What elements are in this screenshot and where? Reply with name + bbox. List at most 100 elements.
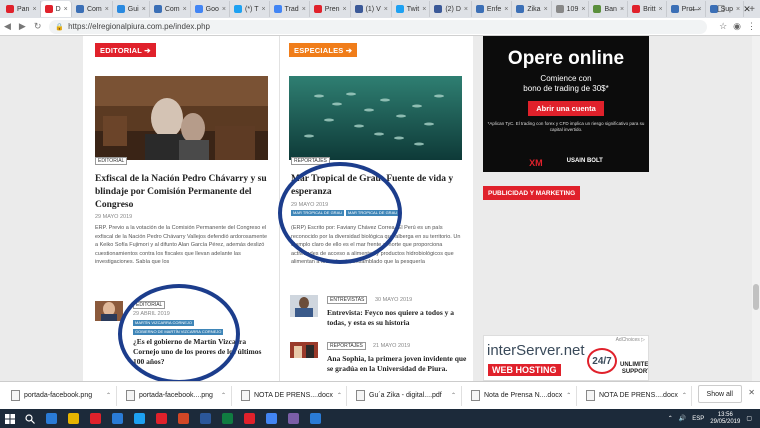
browser-tab[interactable]: Pan ×	[2, 1, 41, 17]
download-menu-icon[interactable]: ⌃	[566, 392, 571, 399]
download-menu-icon[interactable]: ⌃	[106, 392, 111, 399]
browser-tab[interactable]: Pren ×	[310, 1, 351, 17]
close-tab-icon[interactable]: ×	[384, 6, 388, 13]
notifications-icon[interactable]: ▢	[746, 415, 752, 422]
list2-thumb[interactable]	[290, 342, 318, 358]
tab-favicon-icon	[153, 5, 162, 13]
taskbar-app-icon[interactable]	[194, 409, 216, 428]
download-item[interactable]: NOTA DE PRENS....docx ⌃	[581, 385, 692, 406]
download-menu-icon[interactable]: ⌃	[337, 392, 342, 399]
download-item[interactable]: portada-facebook....png ⌃	[121, 385, 232, 406]
especiales-section-button[interactable]: ESPECIALES ➔	[289, 43, 358, 57]
close-tab-icon[interactable]: ×	[544, 6, 548, 13]
article3-thumb[interactable]	[95, 301, 123, 321]
close-tab-icon[interactable]: ×	[222, 6, 226, 13]
browser-tab[interactable]: Goo ×	[191, 1, 230, 17]
browser-tab[interactable]: (1) V ×	[351, 1, 392, 17]
xm-advertisement[interactable]: Opere online Comience con bono de tradin…	[483, 36, 649, 172]
download-menu-icon[interactable]: ⌃	[221, 392, 226, 399]
browser-tab[interactable]: D ×	[40, 1, 72, 17]
download-menu-icon[interactable]: ⌃	[451, 392, 456, 399]
editorial-section-button[interactable]: EDITORIAL ➔	[95, 43, 156, 57]
taskbar-app-icon[interactable]	[62, 409, 84, 428]
browser-tab[interactable]: Com ×	[72, 1, 113, 17]
close-tab-icon[interactable]: ×	[343, 6, 347, 13]
taskbar-app-icon[interactable]	[128, 409, 150, 428]
taskbar-app-icon[interactable]	[282, 409, 304, 428]
search-icon[interactable]	[20, 409, 40, 428]
close-tab-icon[interactable]: ×	[64, 6, 68, 13]
taskbar-app-icon[interactable]	[260, 409, 282, 428]
reload-icon[interactable]: ↻	[34, 21, 42, 32]
close-window-button[interactable]: ✕	[734, 0, 760, 18]
publicidad-button[interactable]: PUBLICIDAD Y MARKETING	[483, 186, 581, 200]
list1-tag[interactable]: ENTREVISTAS	[327, 296, 368, 304]
taskbar-app-icon[interactable]	[84, 409, 106, 428]
close-tab-icon[interactable]: ×	[302, 6, 306, 13]
extension-icon[interactable]: ◉	[733, 21, 741, 32]
taskbar-app-icon[interactable]	[40, 409, 62, 428]
close-tab-icon[interactable]: ×	[105, 6, 109, 13]
interserver-advertisement[interactable]: AdChoices ▷ interServer.net WEB HOSTING …	[483, 335, 649, 381]
star-icon[interactable]: ☆	[719, 21, 727, 32]
download-item[interactable]: Nota de Prensa N....docx ⌃	[466, 385, 577, 406]
browser-tab[interactable]: (*) T ×	[230, 1, 270, 17]
list2-tag[interactable]: REPORTAJES	[327, 342, 366, 350]
close-tab-icon[interactable]: ×	[581, 6, 585, 13]
browser-tab[interactable]: 109 ×	[552, 1, 590, 17]
taskbar-app-icon[interactable]	[150, 409, 172, 428]
list2-title[interactable]: Ana Sophia, la primera joven invidente q…	[327, 354, 467, 374]
volume-icon[interactable]: 🔊	[679, 415, 686, 422]
back-icon[interactable]: ◀	[4, 21, 11, 32]
list1-title[interactable]: Entrevista: Feyco nos quiere a todos y a…	[327, 308, 467, 328]
browser-tab[interactable]: Trad ×	[270, 1, 310, 17]
chevron-up-icon[interactable]: ⌃	[668, 415, 673, 422]
taskbar-app-icon[interactable]	[106, 409, 128, 428]
browser-tab[interactable]: Com ×	[150, 1, 191, 17]
maximize-button[interactable]: ☐	[708, 0, 734, 18]
download-item[interactable]: Gu´a Zika - digital....pdf ⌃	[351, 385, 462, 406]
taskbar-app-icon[interactable]	[172, 409, 194, 428]
close-downloads-icon[interactable]: ✕	[748, 388, 755, 397]
browser-tab[interactable]: (2) D ×	[430, 1, 472, 17]
clock[interactable]: 13:56 29/05/2019	[710, 412, 740, 426]
close-tab-icon[interactable]: ×	[620, 6, 624, 13]
browser-tab[interactable]: Zika ×	[512, 1, 552, 17]
download-item[interactable]: portada-facebook.png ⌃	[6, 385, 117, 406]
open-account-button[interactable]: Abrir una cuenta	[528, 101, 604, 116]
tab-favicon-icon	[354, 5, 363, 13]
taskbar-app-icon[interactable]	[216, 409, 238, 428]
close-tab-icon[interactable]: ×	[422, 6, 426, 13]
article-image-congress[interactable]	[95, 76, 268, 160]
forward-icon[interactable]: ▶	[19, 21, 26, 32]
close-tab-icon[interactable]: ×	[464, 6, 468, 13]
list1-thumb[interactable]	[290, 295, 318, 317]
browser-tab[interactable]: Ban ×	[589, 1, 629, 17]
browser-tab[interactable]: Enfe ×	[472, 1, 513, 17]
taskbar-app-icon[interactable]	[238, 409, 260, 428]
windows-start-icon[interactable]	[0, 409, 20, 428]
browser-tab[interactable]: Gui ×	[113, 1, 150, 17]
menu-icon[interactable]: ⋮	[747, 21, 756, 32]
download-item[interactable]: NOTA DE PRENS....docx ⌃	[236, 385, 347, 406]
url-field[interactable]: 🔒 https://elregionalpiura.com.pe/index.p…	[49, 19, 708, 34]
browser-tab[interactable]: Britt ×	[628, 1, 667, 17]
browser-tab[interactable]: Twit ×	[392, 1, 431, 17]
adchoices-icon[interactable]: AdChoices ▷	[616, 337, 645, 343]
article1-tag[interactable]: EDITORIAL	[95, 157, 128, 165]
article-image-sea[interactable]	[289, 76, 462, 160]
language-indicator[interactable]: ESP	[692, 416, 704, 422]
close-tab-icon[interactable]: ×	[142, 6, 146, 13]
close-tab-icon[interactable]: ×	[504, 6, 508, 13]
article1-title[interactable]: Exfiscal de la Nación Pedro Chávarry y s…	[95, 173, 267, 212]
close-tab-icon[interactable]: ×	[659, 6, 663, 13]
download-menu-icon[interactable]: ⌃	[682, 392, 687, 399]
taskbar-app-icon[interactable]	[304, 409, 326, 428]
scrollbar-thumb[interactable]	[753, 284, 759, 310]
close-tab-icon[interactable]: ×	[183, 6, 187, 13]
page-scrollbar[interactable]	[752, 36, 760, 381]
show-all-button[interactable]: Show all	[697, 385, 742, 403]
minimize-button[interactable]: —	[682, 0, 708, 18]
close-tab-icon[interactable]: ×	[32, 6, 36, 13]
close-tab-icon[interactable]: ×	[261, 6, 265, 13]
